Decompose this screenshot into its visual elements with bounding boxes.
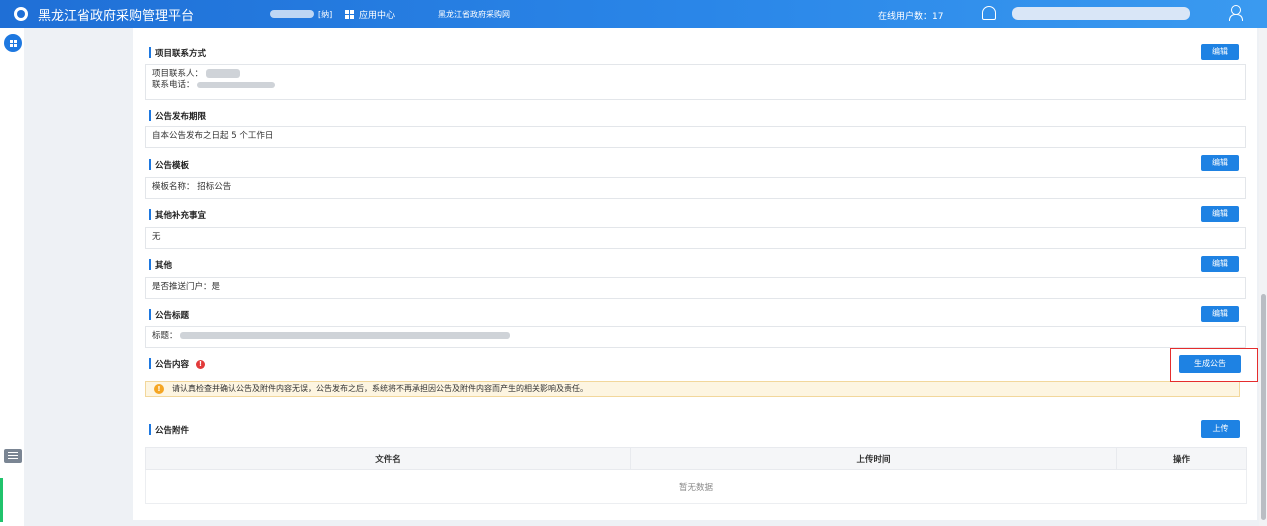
account-suffix: [纳] [318,10,333,19]
platform-title: 黑龙江省政府采购管理平台 [38,8,195,24]
content-warning-icon: ! [195,360,205,369]
top-bar: 黑龙江省政府采购管理平台 [纳] 应用中心 黑龙江省政府采购网 在线用户数：17 [0,0,1267,28]
other-box: 是否推送门户：是 [145,277,1246,299]
section-title-attachments: 公告附件 [149,424,189,436]
attachments-table: 文件名 上传时间 操作 暂无数据 [145,447,1247,504]
announcement-title-redacted [180,332,511,339]
menu-grid-icon[interactable] [4,34,22,52]
edit-announcement-title-button[interactable]: 编辑 [1201,306,1239,322]
bell-icon[interactable] [982,6,996,20]
contact-person-row: 项目联系人： [152,69,1239,80]
content-notice: ! 请认真检查并确认公告及附件内容无误，公告发布之后，系统将不再承担因公告及附件… [145,381,1240,397]
empty-data-text: 暂无数据 [145,469,1247,504]
period-box: 自本公告发布之日起 5 个工作日 [145,126,1246,148]
section-title-template: 公告模板 [149,159,189,171]
section-title-other: 其他 [149,259,172,271]
column-upload-time: 上传时间 [630,447,1117,470]
template-text: 模板名称： 招标公告 [152,182,232,192]
user-icon[interactable] [1228,5,1243,21]
section-title-contact: 项目联系方式 [149,47,206,59]
contact-box: 项目联系人： 联系电话： [145,64,1246,100]
contact-phone-redacted [197,81,276,88]
edit-other-button[interactable]: 编辑 [1201,256,1239,272]
list-menu-icon[interactable] [4,449,22,463]
notice-warning-icon: ! [154,384,164,394]
edit-template-button[interactable]: 编辑 [1201,155,1239,171]
column-actions: 操作 [1116,447,1247,470]
supplement-box: 无 [145,227,1246,249]
table-header-row: 文件名 上传时间 操作 [145,447,1247,470]
notice-text: 请认真检查并确认公告及附件内容无误，公告发布之后，系统将不再承担因公告及附件内容… [172,384,588,393]
section-title-period: 公告发布期限 [149,110,206,122]
supplement-text: 无 [152,232,161,242]
user-info-redacted [1012,7,1190,20]
generate-button-highlight [1170,348,1258,382]
contact-phone-row: 联系电话： [152,80,1239,91]
announcement-title-label: 标题： [152,331,178,341]
app-grid-icon [345,10,354,19]
content-title-text: 公告内容 [155,360,190,370]
contact-person-label: 项目联系人： [152,69,204,79]
period-text: 自本公告发布之日起 5 个工作日 [152,131,274,141]
main-content: 项目联系方式 编辑 项目联系人： 联系电话： 公告发布期限 自本公告发布之日起 … [133,28,1257,520]
platform-logo-icon [14,7,28,21]
contact-phone-label: 联系电话： [152,80,195,90]
app-center-link[interactable]: 应用中心 [345,8,395,21]
contact-person-redacted [205,69,240,78]
gov-procurement-link[interactable]: 黑龙江省政府采购网 [438,9,510,20]
upload-button[interactable]: 上传 [1201,420,1240,438]
section-title-announcement: 公告标题 [149,309,189,321]
other-text: 是否推送门户：是 [152,282,221,292]
announcement-title-box: 标题： [145,326,1246,348]
online-users-count: 在线用户数：17 [878,12,944,22]
template-box: 模板名称： 招标公告 [145,177,1246,199]
edit-contact-button[interactable]: 编辑 [1201,44,1239,60]
column-filename: 文件名 [145,447,631,470]
section-title-content: 公告内容 ! [149,358,205,370]
edit-supplement-button[interactable]: 编辑 [1201,206,1239,222]
app-center-label: 应用中心 [359,11,396,21]
account-name-redacted [270,10,314,18]
table-row: 暂无数据 [145,469,1247,504]
section-title-supplement: 其他补充事宜 [149,209,206,221]
sidebar-accent-bar [0,478,3,522]
scrollbar-thumb[interactable] [1261,294,1266,520]
